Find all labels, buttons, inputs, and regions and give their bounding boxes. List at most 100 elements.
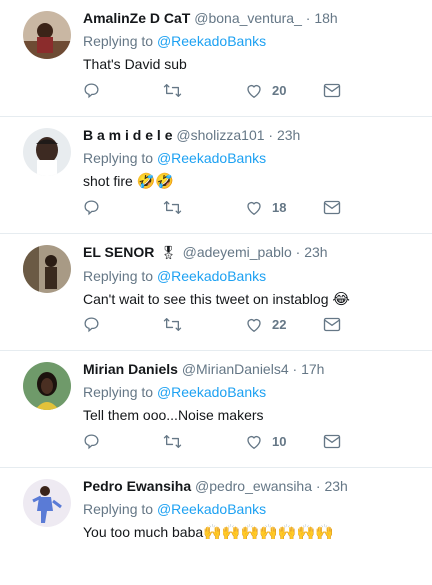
raised-hands-emoji: 🙌🙌🙌🙌🙌🙌🙌	[203, 524, 334, 541]
reply-target-link[interactable]: @ReekadoBanks	[157, 384, 266, 400]
direct-message-icon	[323, 83, 341, 97]
like-button[interactable]: 20	[245, 80, 286, 100]
replying-to: Replying to @ReekadoBanks	[83, 32, 424, 50]
tears-of-joy-emoji: 😂	[332, 291, 350, 308]
replying-to-label: Replying to	[83, 268, 154, 284]
reply-button[interactable]	[83, 197, 100, 217]
tweet-content: Pedro Ewansiha @pedro_ewansiha · 23h Rep…	[83, 477, 424, 542]
avatar[interactable]	[23, 11, 71, 59]
reply-icon	[84, 82, 99, 98]
retweet-icon	[163, 434, 182, 448]
separator-dot: ·	[268, 127, 274, 143]
display-name[interactable]: AmalinZe D CaT	[83, 10, 190, 26]
tweet-text: Tell them ooo...Noise makers	[83, 406, 424, 424]
display-name[interactable]: EL SENOR	[83, 244, 154, 260]
tweet-text: You too much baba🙌🙌🙌🙌🙌🙌🙌	[83, 523, 424, 542]
person-photo-icon	[23, 362, 71, 410]
message-button[interactable]	[323, 431, 341, 451]
user-handle[interactable]: @MirianDaniels4	[182, 361, 289, 377]
message-button[interactable]	[323, 80, 341, 100]
tweet-header: AmalinZe D CaT @bona_ventura_ · 18h	[83, 9, 424, 27]
reply-target-link[interactable]: @ReekadoBanks	[157, 501, 266, 517]
message-button[interactable]	[323, 197, 341, 217]
separator-dot: ·	[305, 10, 311, 26]
like-count: 20	[272, 82, 287, 98]
like-button[interactable]: 22	[245, 314, 286, 334]
display-name[interactable]: B a m i d e l e	[83, 127, 172, 143]
retweet-button[interactable]	[163, 197, 182, 217]
display-name[interactable]: Pedro Ewansiha	[83, 478, 191, 494]
replying-to-label: Replying to	[83, 150, 154, 166]
user-handle[interactable]: @sholizza101	[176, 127, 264, 143]
reply-button[interactable]	[83, 431, 100, 451]
reply-target-link[interactable]: @ReekadoBanks	[157, 268, 266, 284]
tweet-text: shot fire 🤣🤣	[83, 172, 424, 191]
retweet-button[interactable]	[163, 431, 182, 451]
retweet-button[interactable]	[163, 80, 182, 100]
reply-button[interactable]	[83, 314, 100, 334]
tweet[interactable]: Mirian Daniels @MirianDaniels4 · 17h Rep…	[0, 351, 432, 468]
message-button[interactable]	[323, 314, 341, 334]
heart-icon	[247, 201, 261, 215]
action-bar: 20	[83, 80, 343, 100]
person-photo-icon	[23, 128, 71, 176]
tweet-content: EL SENOR 🎖 @adeyemi_pablo · 23h Replying…	[83, 243, 424, 309]
replying-to: Replying to @ReekadoBanks	[83, 500, 424, 518]
replying-to: Replying to @ReekadoBanks	[83, 383, 424, 401]
like-count: 10	[272, 433, 287, 449]
timestamp[interactable]: 18h	[314, 10, 337, 26]
user-handle[interactable]: @adeyemi_pablo	[183, 244, 292, 260]
replying-to: Replying to @ReekadoBanks	[83, 149, 424, 167]
reply-target-link[interactable]: @ReekadoBanks	[157, 150, 266, 166]
tweet-header: Mirian Daniels @MirianDaniels4 · 17h	[83, 360, 424, 378]
tweet-text: That's David sub	[83, 55, 424, 73]
like-count: 18	[272, 199, 287, 215]
like-button[interactable]: 18	[245, 197, 286, 217]
like-button[interactable]: 10	[245, 431, 286, 451]
display-name[interactable]: Mirian Daniels	[83, 361, 178, 377]
timestamp[interactable]: 23h	[324, 478, 347, 494]
direct-message-icon	[323, 200, 341, 214]
heart-icon	[247, 84, 261, 98]
retweet-button[interactable]	[163, 314, 182, 334]
avatar[interactable]	[23, 362, 71, 410]
avatar[interactable]	[23, 128, 71, 176]
reply-feed: AmalinZe D CaT @bona_ventura_ · 18h Repl…	[0, 0, 432, 585]
tweet[interactable]: EL SENOR 🎖 @adeyemi_pablo · 23h Replying…	[0, 234, 432, 351]
avatar[interactable]	[23, 479, 71, 527]
tweet-header: EL SENOR 🎖 @adeyemi_pablo · 23h	[83, 243, 424, 262]
person-photo-icon	[23, 479, 71, 527]
separator-dot: ·	[315, 478, 321, 494]
timestamp[interactable]: 17h	[301, 361, 324, 377]
tweet-body: That's David sub	[83, 56, 187, 72]
tweet[interactable]: AmalinZe D CaT @bona_ventura_ · 18h Repl…	[0, 0, 432, 117]
tweet-header: Pedro Ewansiha @pedro_ewansiha · 23h	[83, 477, 424, 495]
replying-to-label: Replying to	[83, 33, 154, 49]
person-photo-icon	[23, 245, 71, 293]
action-bar: 10	[83, 431, 343, 451]
action-bar: 22	[83, 314, 343, 334]
user-handle[interactable]: @bona_ventura_	[194, 10, 302, 26]
retweet-icon	[163, 317, 182, 331]
timestamp[interactable]: 23h	[304, 244, 327, 260]
tweet-body: Can't wait to see this tweet on instablo…	[83, 291, 333, 307]
tweet-body: shot fire	[83, 173, 137, 189]
separator-dot: ·	[292, 361, 298, 377]
person-photo-icon	[23, 11, 71, 59]
tweet[interactable]: B a m i d e l e @sholizza101 · 23h Reply…	[0, 117, 432, 234]
user-handle[interactable]: @pedro_ewansiha	[195, 478, 312, 494]
reply-icon	[84, 433, 99, 449]
heart-icon	[247, 435, 261, 449]
reply-target-link[interactable]: @ReekadoBanks	[157, 33, 266, 49]
tweet[interactable]: Pedro Ewansiha @pedro_ewansiha · 23h Rep…	[0, 468, 432, 585]
like-count: 22	[272, 316, 287, 332]
replying-to-label: Replying to	[83, 384, 154, 400]
retweet-icon	[163, 83, 182, 97]
heart-icon	[247, 318, 261, 332]
tweet-content: B a m i d e l e @sholizza101 · 23h Reply…	[83, 126, 424, 191]
timestamp[interactable]: 23h	[277, 127, 300, 143]
medal-icon: 🎖	[160, 245, 177, 260]
avatar[interactable]	[23, 245, 71, 293]
retweet-icon	[163, 200, 182, 214]
reply-button[interactable]	[83, 80, 100, 100]
